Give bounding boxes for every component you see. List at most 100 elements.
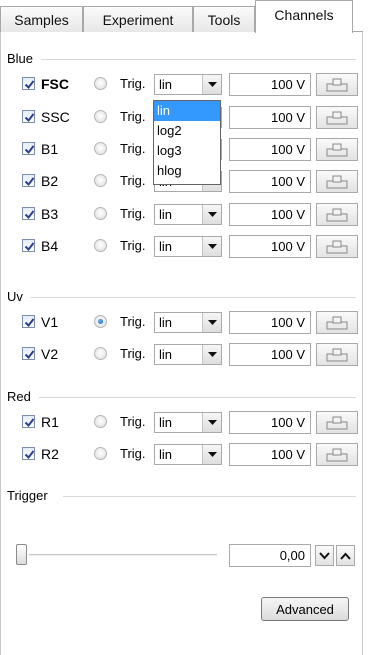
checkmark-icon <box>24 350 35 360</box>
group-title-red: Red <box>7 389 34 404</box>
group-title-trigger: Trigger <box>7 488 51 503</box>
trig-label: Trig. <box>120 141 146 156</box>
channel-name: B1 <box>41 141 59 157</box>
tab-channels[interactable]: Channels <box>255 0 353 33</box>
trigger-value-field[interactable]: 0,00 <box>229 544 311 567</box>
slider-icon <box>326 316 348 329</box>
channel-name: FSC <box>41 76 69 92</box>
trigger-slider-track <box>29 554 217 556</box>
channel-checkbox[interactable] <box>22 239 35 252</box>
tab-tools[interactable]: Tools <box>193 6 255 32</box>
scale-option-log3[interactable]: log3 <box>154 141 220 161</box>
channel-checkbox[interactable] <box>22 415 35 428</box>
voltage-field[interactable]: 100 V <box>229 170 311 193</box>
channel-name: B2 <box>41 173 59 189</box>
channel-checkbox[interactable] <box>22 142 35 155</box>
trigger-radio[interactable] <box>94 110 107 123</box>
slider-icon <box>326 78 348 91</box>
scale-select-value: lin <box>159 77 173 92</box>
trig-label: Trig. <box>120 206 146 221</box>
chevron-up-icon <box>340 552 351 560</box>
group-divider-uv <box>31 297 356 298</box>
voltage-slider-button[interactable] <box>316 411 358 434</box>
voltage-slider-button[interactable] <box>316 170 358 193</box>
voltage-slider-button[interactable] <box>316 235 358 258</box>
trigger-radio[interactable] <box>94 239 107 252</box>
tab-experiment[interactable]: Experiment <box>83 6 193 32</box>
voltage-slider-button[interactable] <box>316 106 358 129</box>
voltage-slider-button[interactable] <box>316 138 358 161</box>
scale-select-button[interactable] <box>202 345 221 364</box>
advanced-button[interactable]: Advanced <box>261 597 349 621</box>
checkmark-icon <box>24 242 35 252</box>
channel-checkbox[interactable] <box>22 315 35 328</box>
scale-select-button[interactable] <box>202 445 221 464</box>
trigger-radio[interactable] <box>94 447 107 460</box>
voltage-field[interactable]: 100 V <box>229 73 311 96</box>
trig-label: Trig. <box>120 314 146 329</box>
voltage-slider-button[interactable] <box>316 311 358 334</box>
scale-select[interactable]: lin <box>154 236 222 257</box>
trigger-slider-handle[interactable] <box>16 544 27 565</box>
channel-row-v2: V2 Trig. lin 100 V <box>1 342 364 366</box>
voltage-slider-button[interactable] <box>316 73 358 96</box>
slider-icon <box>326 175 348 188</box>
trigger-radio[interactable] <box>94 207 107 220</box>
scale-select[interactable]: lin <box>154 74 222 95</box>
voltage-field[interactable]: 100 V <box>229 343 311 366</box>
checkmark-icon <box>24 450 35 460</box>
voltage-field[interactable]: 100 V <box>229 235 311 258</box>
scale-select[interactable]: lin <box>154 344 222 365</box>
voltage-slider-button[interactable] <box>316 343 358 366</box>
voltage-slider-button[interactable] <box>316 443 358 466</box>
trigger-radio[interactable] <box>94 315 107 328</box>
voltage-field[interactable]: 100 V <box>229 443 311 466</box>
slider-icon <box>326 111 348 124</box>
scale-select-value: lin <box>159 347 173 362</box>
channel-name: B4 <box>41 238 59 254</box>
trigger-radio[interactable] <box>94 347 107 360</box>
scale-select[interactable]: lin <box>154 412 222 433</box>
channel-checkbox[interactable] <box>22 347 35 360</box>
scale-select-button[interactable] <box>202 413 221 432</box>
checkmark-icon <box>24 177 35 187</box>
channel-checkbox[interactable] <box>22 77 35 90</box>
scale-select[interactable]: lin <box>154 444 222 465</box>
scale-select-button[interactable] <box>202 205 221 224</box>
voltage-field[interactable]: 100 V <box>229 203 311 226</box>
trigger-radio[interactable] <box>94 174 107 187</box>
tab-bar: Samples Experiment Tools Channels <box>0 0 375 33</box>
scale-option-log2[interactable]: log2 <box>154 121 220 141</box>
scale-select[interactable]: lin <box>154 312 222 333</box>
channel-checkbox[interactable] <box>22 110 35 123</box>
voltage-field[interactable]: 100 V <box>229 311 311 334</box>
group-title-uv: Uv <box>7 289 26 304</box>
trig-label: Trig. <box>120 446 146 461</box>
scale-option-lin[interactable]: lin <box>154 101 220 121</box>
scale-select-button[interactable] <box>202 75 221 94</box>
channel-name: R2 <box>41 446 59 462</box>
trigger-radio[interactable] <box>94 77 107 90</box>
scale-select-button[interactable] <box>202 237 221 256</box>
channel-checkbox[interactable] <box>22 447 35 460</box>
trigger-radio[interactable] <box>94 415 107 428</box>
trigger-radio[interactable] <box>94 142 107 155</box>
slider-icon <box>326 143 348 156</box>
voltage-field[interactable]: 100 V <box>229 106 311 129</box>
scale-select-value: lin <box>159 447 173 462</box>
voltage-field[interactable]: 100 V <box>229 138 311 161</box>
channel-checkbox[interactable] <box>22 207 35 220</box>
trigger-decrement-button[interactable] <box>315 545 334 566</box>
tab-samples[interactable]: Samples <box>0 6 83 32</box>
trig-label: Trig. <box>120 173 146 188</box>
channel-checkbox[interactable] <box>22 174 35 187</box>
scale-select-button[interactable] <box>202 313 221 332</box>
voltage-field[interactable]: 100 V <box>229 411 311 434</box>
scale-select-value: lin <box>159 415 173 430</box>
scale-select[interactable]: lin <box>154 204 222 225</box>
voltage-slider-button[interactable] <box>316 203 358 226</box>
scale-option-hlog[interactable]: hlog <box>154 161 220 181</box>
trigger-increment-button[interactable] <box>336 545 355 566</box>
dropdown-arrow-icon <box>207 351 217 357</box>
channel-row-r2: R2 Trig. lin 100 V <box>1 442 364 466</box>
